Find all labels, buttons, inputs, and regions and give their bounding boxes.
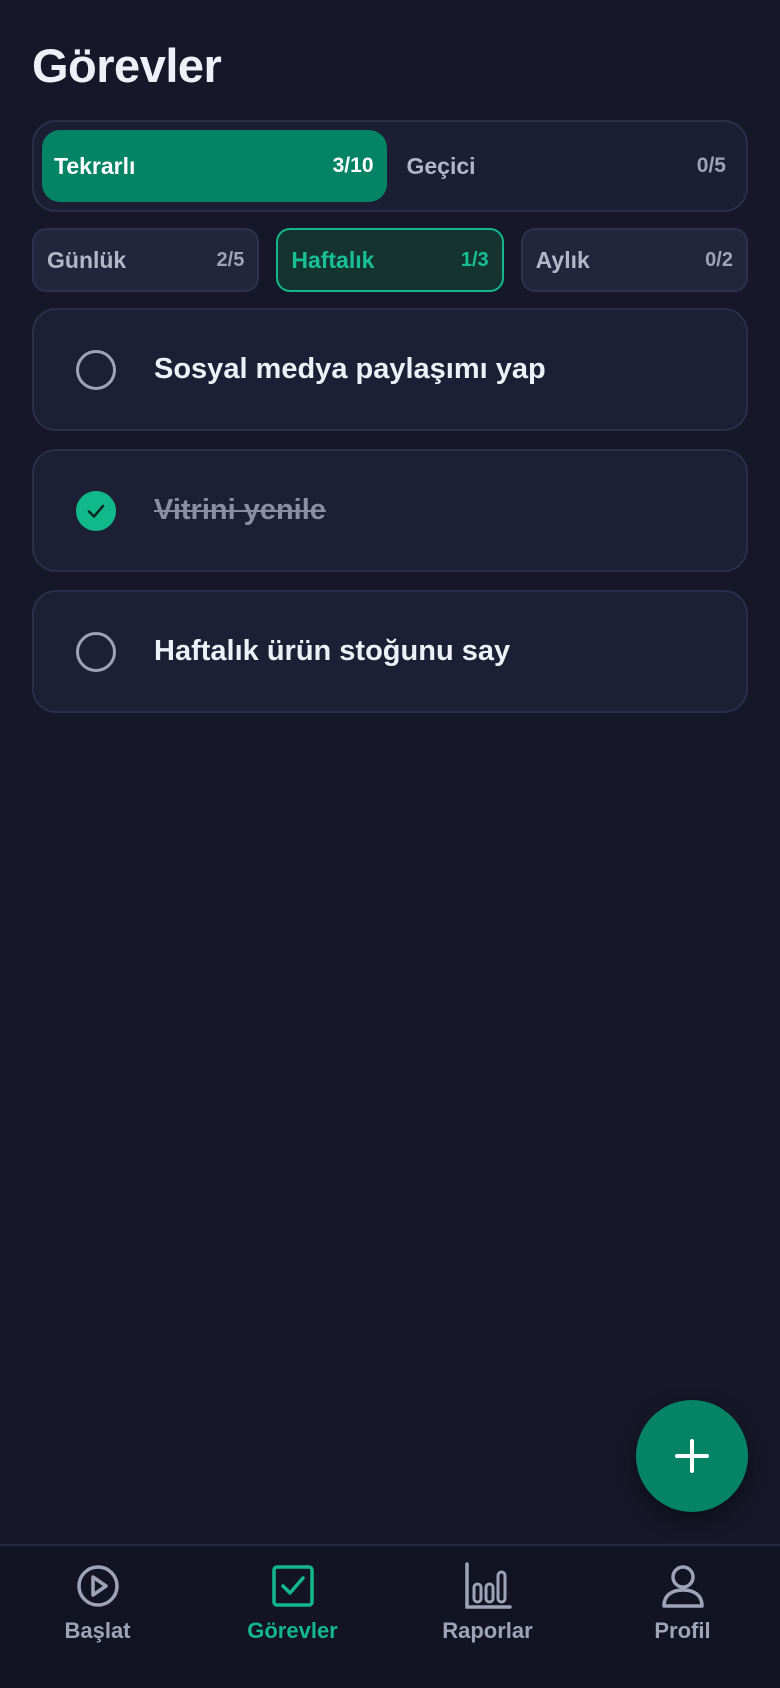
chip-weekly[interactable]: Haftalık 1/3 xyxy=(276,228,504,292)
nav-item-start[interactable]: Başlat xyxy=(0,1546,195,1688)
task-title: Sosyal medya paylaşımı yap xyxy=(154,353,546,385)
chip-monthly[interactable]: Aylık 0/2 xyxy=(520,228,748,292)
task-title: Haftalık ürün stoğunu say xyxy=(154,635,511,667)
tab-temporary-label: Geçici xyxy=(406,152,476,179)
task-item[interactable]: Sosyal medya paylaşımı yap xyxy=(32,308,748,431)
nav-item-tasks[interactable]: Görevler xyxy=(195,1546,390,1688)
nav-label: Görevler xyxy=(247,1618,338,1643)
unchecked-circle-icon[interactable] xyxy=(76,349,116,390)
task-item[interactable]: Haftalık ürün stoğunu say xyxy=(32,590,748,713)
unchecked-circle-icon[interactable] xyxy=(76,631,116,672)
chip-daily[interactable]: Günlük 2/5 xyxy=(32,228,260,292)
chip-monthly-label: Aylık xyxy=(535,246,590,273)
chip-daily-label: Günlük xyxy=(47,246,127,273)
nav-label: Raporlar xyxy=(442,1618,533,1643)
tab-temporary-count: 0/5 xyxy=(696,154,726,177)
tab-temporary[interactable]: Geçici 0/5 xyxy=(387,130,739,202)
tab-recurring-count: 3/10 xyxy=(332,154,374,177)
nav-label: Başlat xyxy=(64,1618,131,1643)
bottom-navigation: Başlat Görevler Raporlar Profil xyxy=(0,1544,780,1688)
task-type-segmented-control: Tekrarlı 3/10 Geçici 0/5 xyxy=(32,120,748,212)
chip-weekly-label: Haftalık xyxy=(291,246,375,273)
period-filter: Günlük 2/5 Haftalık 1/3 Aylık 0/2 xyxy=(32,228,748,292)
add-task-button[interactable] xyxy=(636,1400,748,1512)
bar-chart-icon xyxy=(464,1562,512,1609)
tasks-screen: Görevler Tekrarlı 3/10 Geçici 0/5 Günlük… xyxy=(0,0,780,1688)
checkmark-icon xyxy=(87,504,105,518)
plus-icon xyxy=(675,1439,709,1473)
nav-item-profile[interactable]: Profil xyxy=(585,1546,780,1688)
play-circle-icon xyxy=(76,1565,119,1607)
checkbox-icon xyxy=(271,1565,314,1607)
chip-daily-count: 2/5 xyxy=(216,248,245,271)
chip-weekly-count: 1/3 xyxy=(460,248,489,271)
tab-recurring-label: Tekrarlı xyxy=(54,152,136,179)
user-icon xyxy=(661,1565,704,1608)
nav-label: Profil xyxy=(654,1618,711,1643)
page-title: Görevler xyxy=(32,39,222,92)
checkmark-circle-icon[interactable] xyxy=(76,490,116,531)
tab-recurring[interactable]: Tekrarlı 3/10 xyxy=(42,130,387,202)
task-list: Sosyal medya paylaşımı yap Vitrini yenil… xyxy=(32,308,748,713)
task-item[interactable]: Vitrini yenile xyxy=(32,449,748,572)
task-title: Vitrini yenile xyxy=(154,494,326,526)
chip-monthly-count: 0/2 xyxy=(705,248,733,271)
nav-item-reports[interactable]: Raporlar xyxy=(390,1546,585,1688)
